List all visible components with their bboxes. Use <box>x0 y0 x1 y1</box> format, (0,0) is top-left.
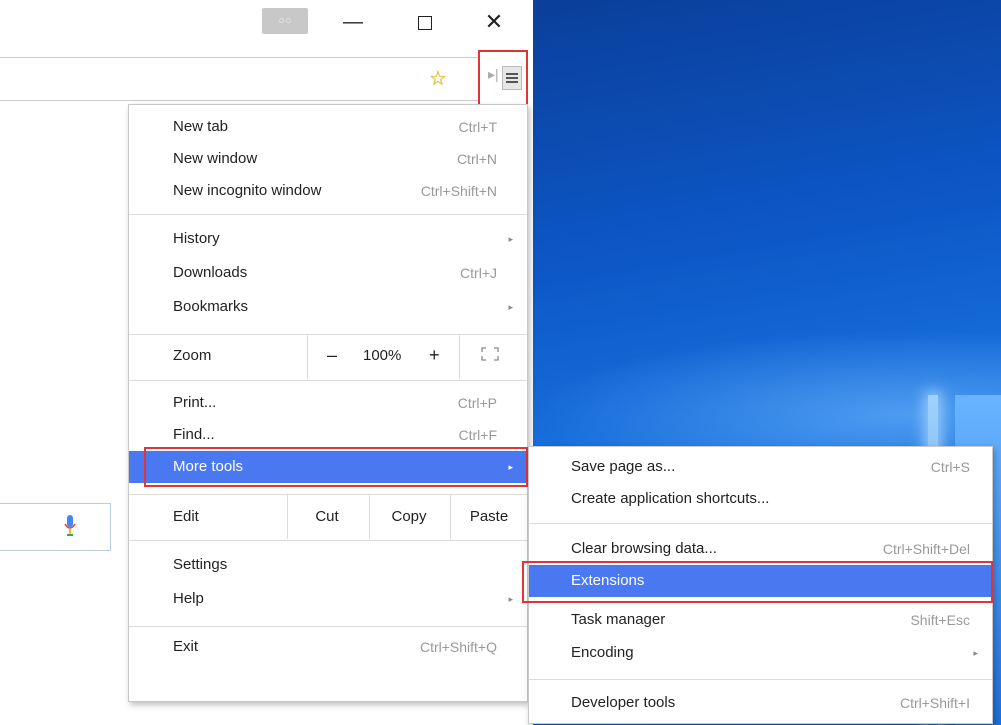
zoom-out-button[interactable]: – <box>327 345 337 366</box>
menu-item-downloads[interactable]: Downloads Ctrl+J <box>129 257 527 289</box>
menu-item-settings[interactable]: Settings <box>129 549 527 581</box>
menu-item-label: New tab <box>173 118 229 135</box>
annotation-highlight-more-tools <box>144 447 528 487</box>
menu-separator <box>529 523 992 524</box>
menu-item-shortcut: Ctrl+J <box>460 265 497 281</box>
chrome-main-menu: New tab Ctrl+T New window Ctrl+N New inc… <box>128 104 528 702</box>
menu-item-shortcut: Ctrl+Shift+Q <box>419 639 497 655</box>
menu-item-help[interactable]: Help ▸ <box>129 583 527 615</box>
menu-item-label: Task manager <box>571 611 666 628</box>
submenu-item-encoding[interactable]: Encoding ▸ <box>529 637 992 669</box>
submenu-arrow-icon: ▸ <box>508 302 513 312</box>
chrome-menu-button[interactable] <box>478 50 528 106</box>
submenu-item-developer-tools[interactable]: Developer tools Ctrl+Shift+I <box>529 687 992 719</box>
menu-item-new-incognito-window[interactable]: New incognito window Ctrl+Shift+N <box>129 175 527 207</box>
menu-item-label: Create application shortcuts... <box>571 490 770 507</box>
menu-item-label: Encoding <box>571 644 634 661</box>
menu-item-label: Save page as... <box>571 458 676 475</box>
menu-separator <box>129 380 527 381</box>
menu-item-shortcut: Ctrl+Shift+I <box>899 695 970 711</box>
bookmark-star-icon[interactable]: ☆ <box>429 66 447 91</box>
menu-item-history[interactable]: History ▸ <box>129 223 527 255</box>
address-bar[interactable] <box>0 57 480 101</box>
edit-row: Edit Cut Copy Paste <box>129 495 527 539</box>
search-input[interactable] <box>0 503 111 551</box>
menu-separator <box>129 626 527 627</box>
edit-label: Edit <box>173 508 199 525</box>
zoom-row: Zoom – 100% + <box>129 335 527 379</box>
menu-separator <box>129 540 527 541</box>
menu-item-label: Developer tools <box>571 694 676 711</box>
close-button[interactable]: ✕ <box>479 10 509 34</box>
submenu-arrow-icon: ▸ <box>973 648 978 658</box>
menu-item-label: History <box>173 230 220 247</box>
menu-item-label: Exit <box>173 638 199 655</box>
menu-item-label: New incognito window <box>173 182 322 199</box>
menu-item-shortcut: Ctrl+Shift+N <box>420 183 497 199</box>
menu-item-exit[interactable]: Exit Ctrl+Shift+Q <box>129 631 527 663</box>
menu-item-shortcut: Ctrl+S <box>930 459 970 475</box>
menu-item-label: Print... <box>173 394 217 411</box>
menu-item-label: Help <box>173 590 204 607</box>
menu-item-shortcut: Ctrl+P <box>457 395 497 411</box>
fullscreen-icon[interactable] <box>481 347 499 361</box>
zoom-divider <box>307 335 308 379</box>
menu-item-bookmarks[interactable]: Bookmarks ▸ <box>129 291 527 323</box>
cut-button[interactable]: Cut <box>287 495 367 539</box>
menu-item-shortcut: Shift+Esc <box>910 612 970 628</box>
menu-separator <box>529 679 992 680</box>
zoom-label: Zoom <box>173 347 212 364</box>
submenu-item-save-page-as[interactable]: Save page as... Ctrl+S <box>529 451 992 483</box>
menu-item-print[interactable]: Print... Ctrl+P <box>129 387 527 419</box>
zoom-level: 100% <box>363 347 402 364</box>
paste-button[interactable]: Paste <box>451 495 527 539</box>
maximize-button[interactable] <box>410 10 440 34</box>
menu-item-label: New window <box>173 150 258 167</box>
menu-item-new-tab[interactable]: New tab Ctrl+T <box>129 111 527 143</box>
menu-item-shortcut: Ctrl+N <box>456 151 497 167</box>
microphone-icon[interactable] <box>64 515 76 537</box>
profile-avatar-button[interactable]: ○○ <box>262 8 308 34</box>
menu-item-label: Bookmarks <box>173 298 249 315</box>
menu-separator <box>129 214 527 215</box>
menu-item-new-window[interactable]: New window Ctrl+N <box>129 143 527 175</box>
annotation-highlight-extensions <box>522 561 993 603</box>
submenu-item-task-manager[interactable]: Task manager Shift+Esc <box>529 604 992 636</box>
menu-item-label: Settings <box>173 556 228 573</box>
submenu-item-create-application-shortcuts[interactable]: Create application shortcuts... <box>529 483 992 515</box>
hamburger-icon <box>502 66 522 90</box>
menu-item-label: Downloads <box>173 264 248 281</box>
menu-item-shortcut: Ctrl+T <box>458 119 498 135</box>
maximize-icon <box>418 15 432 30</box>
submenu-arrow-icon: ▸ <box>508 234 513 244</box>
copy-button[interactable]: Copy <box>369 495 449 539</box>
zoom-divider <box>459 335 460 379</box>
submenu-arrow-icon: ▸ <box>508 594 513 604</box>
zoom-in-button[interactable]: + <box>429 345 440 366</box>
minimize-button[interactable]: — <box>338 10 368 34</box>
